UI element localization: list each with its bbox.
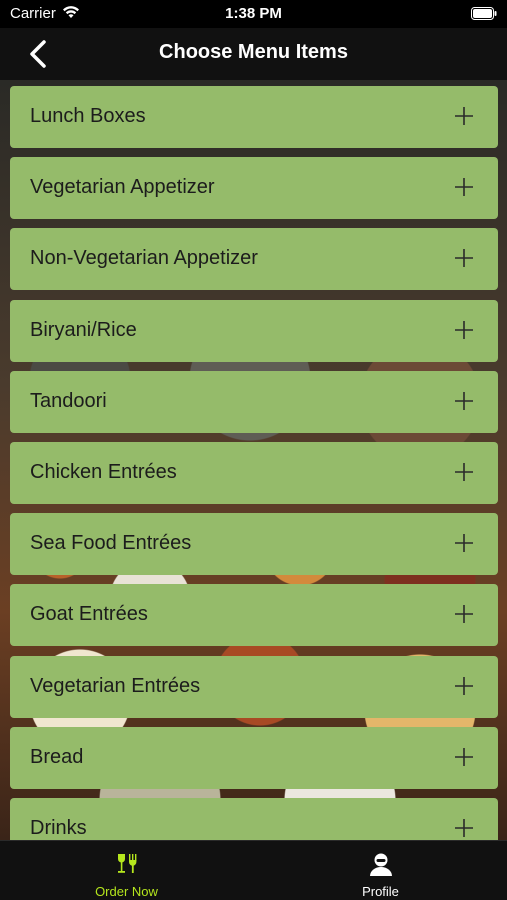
menu-category-list[interactable]: Lunch Boxes Vegetarian Appetizer Non-Veg… [10,86,498,840]
tab-label: Profile [362,884,399,899]
menu-category-label: Lunch Boxes [30,105,146,127]
menu-category-bread[interactable]: Bread [10,726,498,789]
plus-icon[interactable] [454,533,474,553]
menu-category-tandoori[interactable]: Tandoori [10,370,498,433]
menu-category-goat-entrees[interactable]: Goat Entrées [10,584,498,647]
menu-category-label: Biryani/Rice [30,318,137,341]
fork-knife-icon [117,854,136,873]
menu-category-chicken-entrees[interactable]: Chicken Entrées [10,441,498,504]
plus-icon[interactable] [454,320,474,340]
menu-category-label: Chicken Entrées [30,460,177,483]
menu-category-drinks[interactable]: Drinks [10,797,498,840]
menu-category-label: Goat Entrées [30,603,148,626]
tab-label: Order Now [95,884,158,899]
plus-icon[interactable] [454,747,474,767]
menu-category-label: Drinks [30,816,87,839]
page-title: Choose Menu Items [159,41,348,63]
tab-profile[interactable]: Profile [254,841,507,900]
menu-category-biryani-rice[interactable]: Biryani/Rice [10,299,498,362]
battery-icon [471,7,497,20]
menu-category-label: Sea Food Entrées [30,532,192,555]
tab-bar: Order Now Profile [0,840,507,900]
menu-category-label: Non-Vegetarian Appetizer [30,247,258,270]
menu-category-label: Vegetarian Entrées [30,674,201,697]
menu-category-sea-food-entrees[interactable]: Sea Food Entrées [10,513,498,576]
plus-icon[interactable] [454,462,474,482]
navigation-bar: Choose Menu Items [0,28,507,80]
plus-icon[interactable] [454,676,474,696]
plus-icon[interactable] [454,604,474,624]
plus-icon[interactable] [454,248,474,268]
menu-category-label: Tandoori [30,389,107,412]
plus-icon[interactable] [454,391,474,411]
status-time: 1:38 PM [225,5,282,22]
menu-category-lunch-boxes[interactable]: Lunch Boxes [10,86,498,148]
plus-icon[interactable] [454,106,474,126]
plus-icon[interactable] [454,818,474,838]
plus-icon[interactable] [454,177,474,197]
screen: Carrier 1:38 PM Choose Menu Items Lunch … [0,0,507,900]
menu-category-non-vegetarian-appetizer[interactable]: Non-Vegetarian Appetizer [10,228,498,291]
status-bar: Carrier 1:38 PM [0,0,507,28]
menu-category-label: Bread [30,745,84,768]
menu-category-vegetarian-entrees[interactable]: Vegetarian Entrées [10,655,498,718]
menu-category-vegetarian-appetizer[interactable]: Vegetarian Appetizer [10,157,498,220]
tab-order-now[interactable]: Order Now [0,841,253,900]
person-icon [369,853,392,876]
menu-category-label: Vegetarian Appetizer [30,176,215,199]
